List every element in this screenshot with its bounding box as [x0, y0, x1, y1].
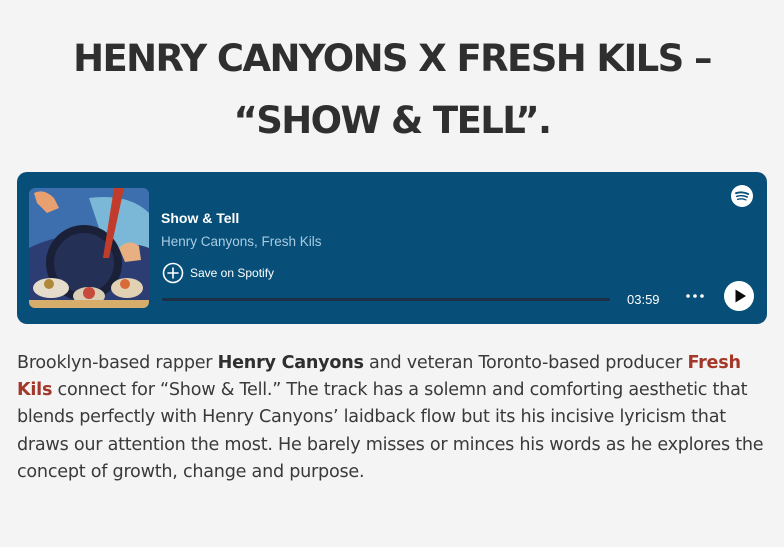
more-options-icon[interactable]: [682, 288, 708, 304]
track-artists-link[interactable]: Henry Canyons, Fresh Kils: [161, 234, 322, 249]
play-button-icon[interactable]: [724, 281, 754, 311]
paragraph-middle: and veteran Toronto-based producer: [363, 353, 688, 373]
album-cover-image: [29, 188, 149, 308]
save-on-spotify-label: Save on Spotify: [190, 266, 275, 280]
track-title-link[interactable]: Show & Tell: [161, 210, 239, 226]
playback-progress-bar[interactable]: [162, 298, 610, 301]
page-title: HENRY CANYONS X FRESH KILS – “SHOW & TEL…: [73, 37, 712, 142]
paragraph-intro: Brooklyn-based rapper: [17, 353, 218, 373]
page: HENRY CANYONS X FRESH KILS – “SHOW & TEL…: [0, 0, 784, 547]
spotify-embed-player: Show & Tell Henry Canyons, Fresh Kils Sa…: [17, 172, 767, 324]
track-duration: 03:59: [627, 292, 660, 307]
save-on-spotify-button[interactable]: Save on Spotify: [162, 262, 274, 284]
album-cover-art[interactable]: [29, 188, 149, 308]
article-paragraph: Brooklyn-based rapper Henry Canyons and …: [17, 350, 767, 486]
plus-circle-icon: [162, 262, 184, 284]
artist-name: Henry Canyons: [217, 353, 364, 373]
spotify-logo-icon[interactable]: [731, 185, 753, 207]
paragraph-rest: connect for “Show & Tell.” The track has…: [17, 380, 764, 482]
